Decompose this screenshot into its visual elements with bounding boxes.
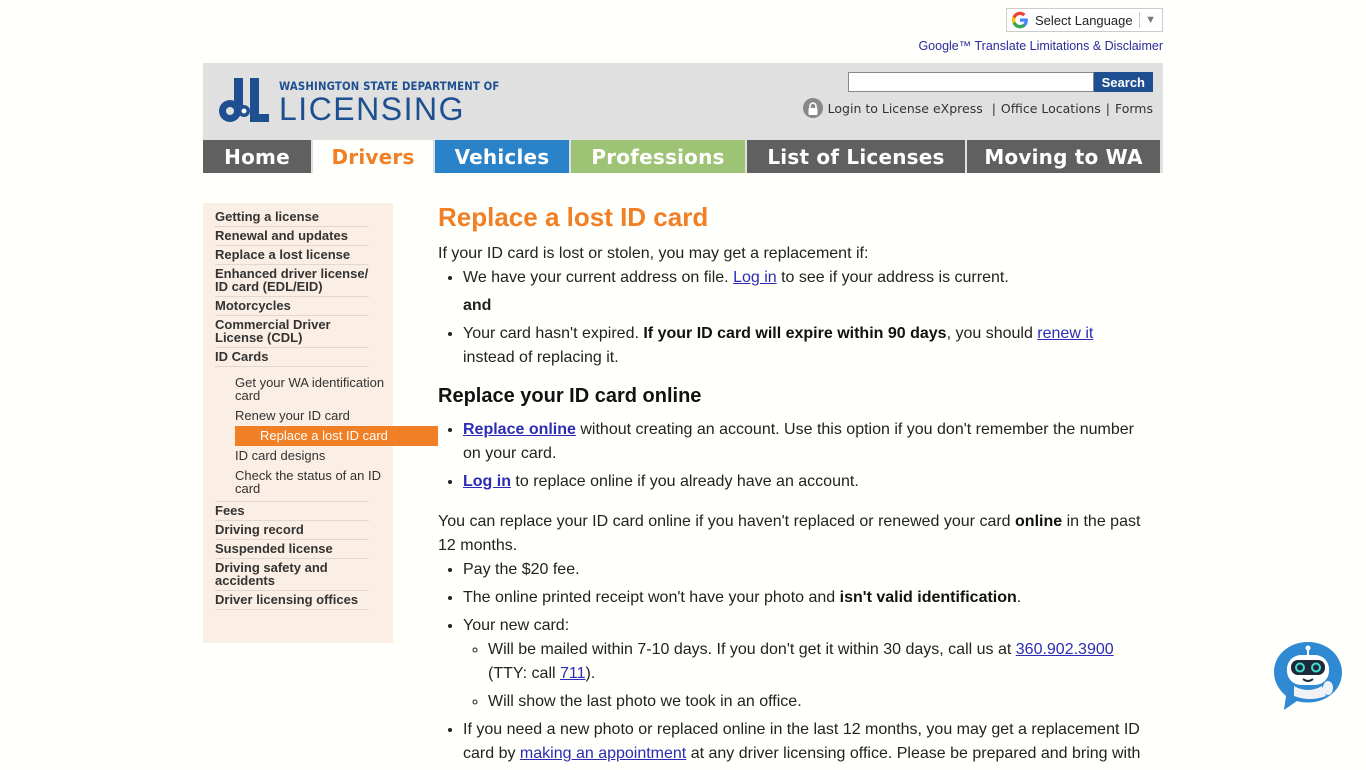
and-label: and <box>463 297 492 314</box>
dol-logo-icon <box>219 78 269 122</box>
online-options-list: Replace online without creating an accou… <box>438 418 1148 494</box>
sidebar-item-driving-record[interactable]: Driving record <box>215 521 369 540</box>
phone-link[interactable]: 360.902.3900 <box>1016 641 1114 658</box>
nav-tab-professions[interactable]: Professions <box>571 140 745 173</box>
language-select-label: Select Language <box>1035 12 1133 28</box>
list-item: The online printed receipt won't have yo… <box>463 586 1148 610</box>
separator: | <box>1105 100 1110 116</box>
sidebar-subitem-replace-id-active[interactable]: Replace a lost ID card <box>235 426 438 446</box>
list-item: Your card hasn't expired. If your ID car… <box>463 322 1148 370</box>
section-heading-online: Replace your ID card online <box>438 385 702 407</box>
logo-title: LICENSING <box>279 91 465 127</box>
text: Your card hasn't expired. <box>463 325 644 342</box>
nav-tab-home[interactable]: Home <box>203 140 311 173</box>
online-details-list: Pay the $20 fee. The online printed rece… <box>438 558 1148 766</box>
intro-text: If your ID card is lost or stolen, you m… <box>438 245 869 262</box>
text: ). <box>585 665 596 682</box>
search-button[interactable]: Search <box>1093 72 1153 92</box>
sidebar-item-licensing-offices[interactable]: Driver licensing offices <box>215 591 369 610</box>
text: You can replace your ID card online if y… <box>438 513 1016 530</box>
chatbot-button[interactable] <box>1270 638 1346 714</box>
main-nav: Home Drivers Vehicles Professions List o… <box>203 140 1163 173</box>
sidebar-item-replace-lost-license[interactable]: Replace a lost license <box>215 246 369 265</box>
text: at any driver licensing office. Please b… <box>686 745 1141 762</box>
text: Your new card: <box>463 617 570 634</box>
robot-chat-icon <box>1274 642 1342 710</box>
login-license-express-link[interactable]: Login to License eXpress <box>828 101 983 116</box>
utility-links: Login to License eXpress | Office Locati… <box>802 98 1153 118</box>
sidebar-subitem-renew-id[interactable]: Renew your ID card <box>235 406 385 426</box>
text: We have your current address on file. <box>463 269 734 286</box>
bold-text: online <box>1015 513 1063 530</box>
nav-tab-vehicles[interactable]: Vehicles <box>435 140 569 173</box>
list-item: Will be mailed within 7-10 days. If you … <box>488 638 1148 686</box>
list-item: Log in to replace online if you already … <box>463 470 1148 494</box>
list-item: Your new card: Will be mailed within 7-1… <box>463 614 1148 714</box>
list-item: Pay the $20 fee. <box>463 558 1148 582</box>
list-item: If you need a new photo or replaced onli… <box>463 718 1148 766</box>
search-form: Search <box>847 72 1153 92</box>
sidebar-nav: Getting a license Renewal and updates Re… <box>203 203 438 643</box>
nav-tab-drivers[interactable]: Drivers <box>313 140 433 173</box>
id-cards-submenu: Get your WA identification card Renew yo… <box>215 367 438 502</box>
login-link[interactable]: Log in <box>733 269 777 286</box>
sidebar-item-edl[interactable]: Enhanced driver license/ ID card (EDL/EI… <box>215 265 369 297</box>
dol-logo[interactable]: WASHINGTON STATE DEPARTMENT OF LICENSING <box>217 76 530 127</box>
text: to see if your address is current. <box>776 269 1009 286</box>
main-content: Replace a lost ID card If your ID card i… <box>438 200 1148 770</box>
sidebar-subitem-id-designs[interactable]: ID card designs <box>235 446 385 466</box>
lock-icon <box>802 98 823 118</box>
sidebar-item-motorcycles[interactable]: Motorcycles <box>215 297 369 316</box>
divider <box>1139 12 1141 28</box>
new-card-sublist: Will be mailed within 7-10 days. If you … <box>463 638 1148 714</box>
replace-online-link[interactable]: Replace online <box>463 421 576 438</box>
list-item: Replace online without creating an accou… <box>463 418 1148 466</box>
sidebar-item-getting-a-license[interactable]: Getting a license <box>215 208 369 227</box>
bold-text: isn't valid identification <box>839 589 1017 606</box>
sidebar-item-driving-safety[interactable]: Driving safety and accidents <box>215 559 369 591</box>
list-item: Will show the last photo we took in an o… <box>488 690 1148 714</box>
text: instead of replacing it. <box>463 349 619 366</box>
nav-tab-moving-to-wa[interactable]: Moving to WA <box>967 140 1160 173</box>
sidebar-item-cdl[interactable]: Commercial Driver License (CDL) <box>215 316 369 348</box>
sidebar-item-suspended-license[interactable]: Suspended license <box>215 540 369 559</box>
tty-link[interactable]: 711 <box>560 665 586 682</box>
text: . <box>1016 589 1022 606</box>
text: , you should <box>946 325 1038 342</box>
text: (TTY: call <box>488 665 561 682</box>
forms-link[interactable]: Forms <box>1115 101 1153 116</box>
sidebar-item-fees[interactable]: Fees <box>215 502 369 521</box>
separator: | <box>987 100 996 116</box>
appointment-link[interactable]: making an appointment <box>520 745 686 762</box>
sidebar-item-id-cards[interactable]: ID Cards <box>215 348 369 367</box>
text: to replace online if you already have an… <box>510 473 859 490</box>
log-in-link[interactable]: Log in <box>463 473 511 490</box>
renew-it-link[interactable]: renew it <box>1037 325 1093 342</box>
sidebar-item-renewal[interactable]: Renewal and updates <box>215 227 369 246</box>
list-item: We have your current address on file. Lo… <box>463 266 1148 290</box>
nav-tab-list-of-licenses[interactable]: List of Licenses <box>747 140 965 173</box>
text: Will be mailed within 7-10 days. If you … <box>488 641 1016 658</box>
bold-text: If your ID card will expire within 90 da… <box>643 325 947 342</box>
page-title: Replace a lost ID card <box>438 202 709 232</box>
eligibility-text: You can replace your ID card online if y… <box>438 510 1148 558</box>
sidebar-subitem-check-status[interactable]: Check the status of an ID card <box>235 466 385 499</box>
sidebar-subitem-get-id[interactable]: Get your WA identification card <box>235 373 385 406</box>
logo-subtitle: WASHINGTON STATE DEPARTMENT OF <box>279 79 500 93</box>
conditions-list: We have your current address on file. Lo… <box>438 266 1148 370</box>
translate-disclaimer-link[interactable]: Google™ Translate Limitations & Disclaim… <box>918 39 1163 53</box>
search-input[interactable] <box>847 72 1094 92</box>
text: The online printed receipt won't have yo… <box>463 589 840 606</box>
google-icon <box>1011 11 1028 29</box>
office-locations-link[interactable]: Office Locations <box>1001 101 1101 116</box>
dropdown-arrow-icon: ▼ <box>1145 14 1156 26</box>
language-select[interactable]: Select Language ▼ <box>1006 8 1163 32</box>
